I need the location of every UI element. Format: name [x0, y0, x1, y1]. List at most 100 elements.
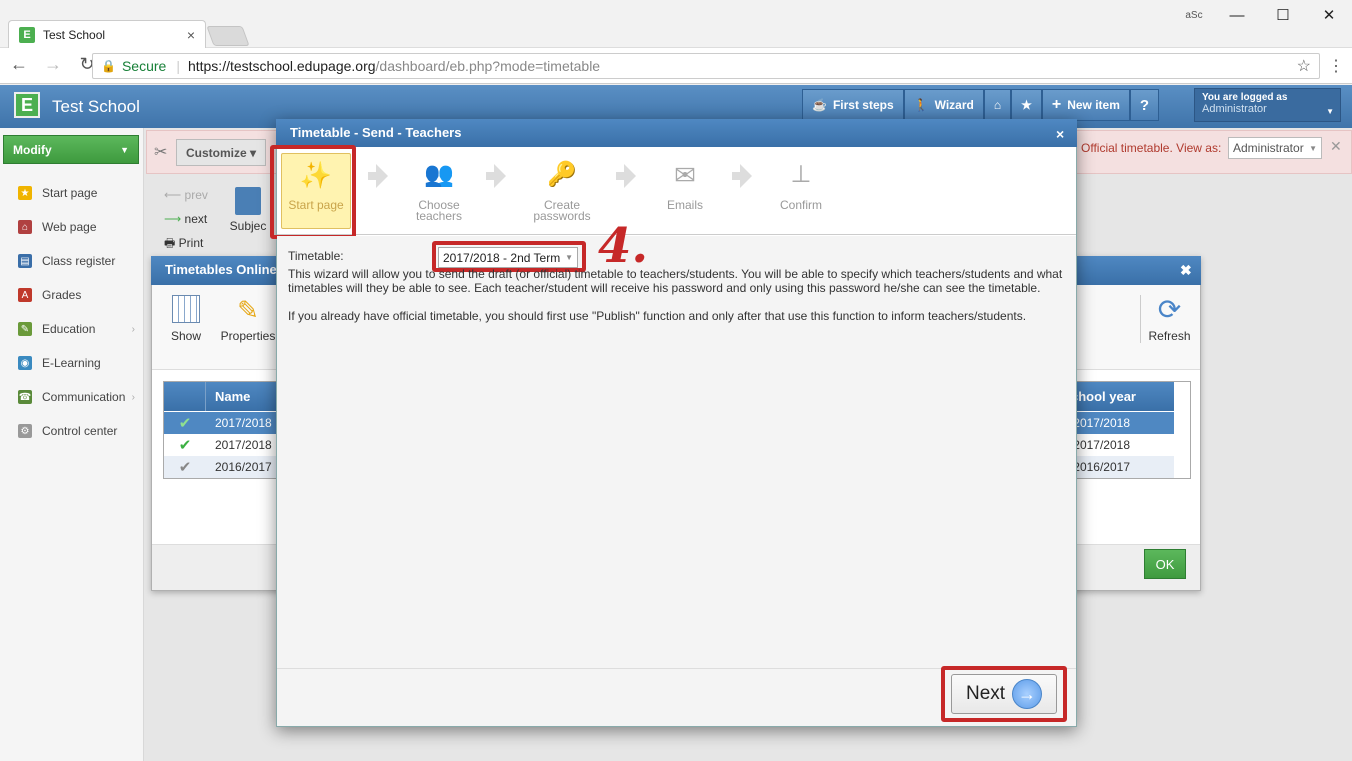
bookmark-star-icon[interactable]: ☆ [1297, 56, 1311, 76]
dialog-title: Timetable - Send - Teachers [276, 119, 1077, 147]
wizard-description: This wizard will allow you to send the d… [288, 267, 1068, 337]
school-name[interactable]: Test School [52, 97, 140, 117]
web-icon: ⌂ [18, 220, 32, 234]
timetables-close-icon[interactable]: ✖ [1180, 262, 1192, 279]
dialog-close-icon[interactable]: × [1056, 126, 1064, 142]
maximize-icon[interactable]: ☐ [1260, 6, 1306, 24]
header-toolbar: ☕ First steps 🚶 Wizard ⌂ ★ + New item ? [802, 89, 1160, 121]
arrow-left-icon: ⟵ [164, 188, 182, 202]
home-button[interactable]: ⌂ [983, 89, 1012, 121]
customize-button[interactable]: Customize ▾ [176, 139, 266, 166]
step-choose-teachers[interactable]: 👥 Choose teachers [402, 152, 476, 222]
ok-button[interactable]: OK [1144, 549, 1186, 579]
properties-button[interactable]: ✎ Properties [218, 295, 278, 343]
print-link[interactable]: 🖶 Print [164, 231, 208, 255]
help-button[interactable]: ? [1129, 89, 1160, 121]
tab-close-icon[interactable]: × [187, 27, 195, 43]
show-button[interactable]: Show [166, 295, 206, 343]
chevron-down-icon: ▼ [1326, 107, 1334, 116]
sidebar-item-web-page[interactable]: ⌂ Web page [0, 210, 143, 244]
tools-icon: ✂ [154, 144, 168, 161]
modify-button[interactable]: Modify ▼ [3, 135, 139, 164]
new-tab-button[interactable] [206, 26, 250, 46]
checkmark-icon: ✔ [178, 437, 192, 454]
chevron-right-icon: › [131, 391, 135, 403]
view-as-select[interactable]: Administrator ▼ [1228, 137, 1322, 159]
wizard-button[interactable]: 🚶 Wizard [903, 89, 984, 121]
grades-icon: A [18, 288, 32, 302]
sidebar-item-label: Class register [42, 254, 116, 268]
close-bar-icon[interactable]: ✕ [1330, 138, 1342, 155]
asc-badge: aSc [1185, 9, 1203, 21]
window-close-icon[interactable]: ✕ [1306, 6, 1352, 24]
col-school-year-header[interactable]: School year [1062, 389, 1174, 404]
refresh-button[interactable]: ⟳ Refresh [1140, 295, 1194, 343]
sidebar-item-label: Grades [42, 288, 82, 302]
sidebar-item-class-register[interactable]: ▤ Class register [0, 244, 143, 278]
sidebar-item-e-learning[interactable]: ◉ E-Learning [0, 346, 143, 380]
subjects-button[interactable]: Subjec [222, 185, 274, 237]
book-icon: ▤ [18, 254, 32, 268]
edupage-logo-icon[interactable]: E [14, 92, 40, 118]
sidebar-item-label: Control center [42, 424, 118, 438]
browser-menu-icon[interactable]: ⋮ [1328, 56, 1344, 76]
sidebar-item-start-page[interactable]: ★ Start page [0, 176, 143, 210]
pencil-icon: ✎ [237, 295, 259, 325]
url-path: /dashboard/eb.php?mode=timetable [375, 58, 601, 74]
next-link[interactable]: ⟶ next [164, 207, 208, 231]
checkmark-icon: ✔ [178, 459, 192, 476]
minimize-icon[interactable]: — [1214, 7, 1260, 24]
arrow-right-icon: ⟶ [164, 212, 182, 226]
sidebar-item-label: Start page [42, 186, 98, 200]
back-icon[interactable]: ← [8, 54, 30, 75]
user-menu[interactable]: You are logged as Administrator ▼ [1194, 88, 1341, 122]
first-steps-button[interactable]: ☕ First steps [802, 89, 904, 121]
coffee-icon: ☕ [812, 98, 827, 112]
star-icon: ★ [18, 186, 32, 200]
education-icon: ✎ [18, 322, 32, 336]
home-icon: ⌂ [993, 98, 1002, 112]
communication-icon: ☎ [18, 390, 32, 404]
step-arrow-icon [486, 164, 506, 188]
step-arrow-icon [368, 164, 388, 188]
prev-next-nav: ⟵ prev ⟶ next 🖶 Print [164, 183, 208, 255]
next-annotation-box [941, 666, 1067, 722]
passwords-icon: 🔑 [547, 161, 577, 188]
chevron-down-icon: ▼ [120, 144, 129, 155]
sidebar-item-communication[interactable]: ☎ Communication › [0, 380, 143, 414]
new-item-button[interactable]: + New item [1041, 89, 1130, 121]
sidebar-item-label: Web page [42, 220, 97, 234]
grid-icon [172, 295, 200, 323]
url-field[interactable]: 🔒 Secure | https://testschool.edupage.or… [92, 53, 1320, 79]
prev-link[interactable]: ⟵ prev [164, 183, 208, 207]
sidebar-item-control-center[interactable]: ⚙ Control center [0, 414, 143, 448]
step-create-passwords[interactable]: 🔑 Create passwords [525, 152, 599, 222]
window-controls: aSc — ☐ ✕ [1174, 0, 1352, 30]
subjects-book-icon [235, 187, 261, 215]
checkmark-icon: ✔ [178, 415, 192, 432]
sidebar-item-grades[interactable]: A Grades [0, 278, 143, 312]
description-paragraph: If you already have official timetable, … [288, 309, 1027, 323]
logged-in-user: Administrator [1202, 103, 1267, 115]
stamp-icon: ⊥ [790, 161, 812, 188]
tab-title: Test School [43, 27, 106, 42]
nav-buttons: ← → ↻ [8, 54, 98, 75]
step-confirm[interactable]: ⊥ Confirm [764, 152, 838, 211]
logged-in-label: You are logged as [1202, 92, 1288, 103]
walk-icon: 🚶 [913, 98, 929, 112]
sidebar-item-label: E-Learning [42, 356, 101, 370]
teachers-icon: 👥 [424, 161, 454, 188]
chevron-right-icon: › [131, 323, 135, 335]
sidebar-item-education[interactable]: ✎ Education › [0, 312, 143, 346]
col-name-header[interactable]: Name [206, 389, 250, 404]
forward-icon[interactable]: → [42, 54, 64, 75]
chevron-down-icon: ▼ [1309, 143, 1317, 153]
sidebar-item-label: Communication [42, 390, 126, 404]
edupage-favicon-icon: E [19, 26, 35, 43]
lock-icon: 🔒 [101, 59, 116, 73]
gear-icon: ⚙ [18, 424, 32, 438]
browser-tab[interactable]: E Test School × [8, 20, 206, 48]
printer-icon: 🖶 [164, 236, 176, 250]
step-emails[interactable]: ✉ Emails [648, 152, 722, 211]
favorites-button[interactable]: ★ [1011, 89, 1042, 121]
